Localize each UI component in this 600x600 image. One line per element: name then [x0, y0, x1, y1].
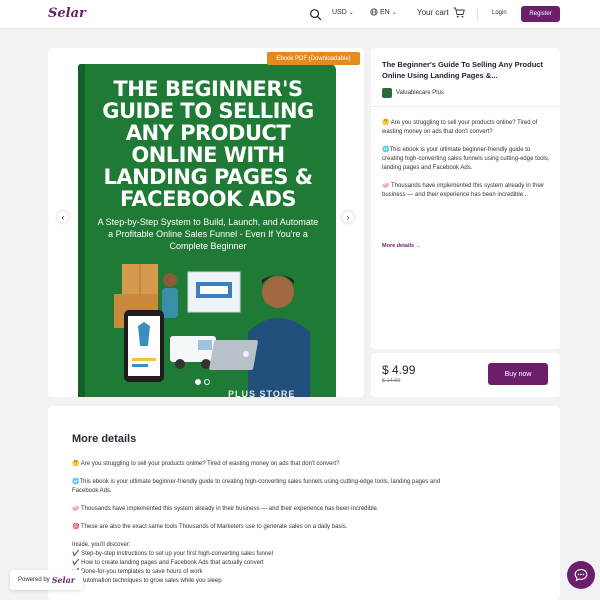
description-paragraph: 🤔 Are you struggling to sell your produc… — [382, 120, 538, 135]
register-button[interactable]: Register — [521, 6, 560, 22]
divider — [371, 106, 560, 107]
description-paragraph: 🌐This ebook is your ultimate beginner-fr… — [382, 147, 550, 171]
login-link[interactable]: Login — [492, 10, 507, 16]
currency-label: USD — [332, 9, 347, 16]
cart-button[interactable]: Your cart — [417, 7, 465, 18]
list-intro: Inside, you'll discover: — [72, 542, 131, 548]
carousel-dot[interactable] — [195, 379, 201, 385]
chevron-left-icon: ‹ — [61, 212, 65, 222]
selar-logo[interactable]: Selar — [48, 6, 86, 21]
language-selector[interactable]: EN ⌄ — [370, 8, 397, 16]
original-price: $ 14.99 — [382, 378, 401, 384]
powered-by-badge[interactable]: Powered by Selar — [10, 570, 83, 590]
details-paragraph: 🌐This ebook is your ultimate beginner-fr… — [72, 479, 441, 494]
details-paragraph: 🎯 These are also the exact same tools Th… — [72, 524, 348, 530]
more-details-link[interactable]: More details → — [382, 243, 421, 249]
carousel-dots — [195, 379, 210, 385]
list-item: ✔️ Automation techniques to grow sales w… — [72, 578, 222, 584]
buy-now-button[interactable]: Buy now — [488, 363, 548, 385]
details-paragraph: 🧼 Thousands have implemented this system… — [72, 506, 379, 512]
chevron-down-icon: ⌄ — [348, 10, 354, 16]
list-item: ✔️ Step-by-step instructions to set up y… — [72, 551, 273, 557]
carousel-prev-button[interactable]: ‹ — [57, 211, 69, 223]
search-icon[interactable] — [309, 8, 322, 21]
chevron-down-icon: ⌄ — [391, 9, 397, 16]
product-short-description: 🤔 Are you struggling to sell your produc… — [382, 119, 552, 209]
cover-illustration — [114, 264, 310, 397]
more-details-section: More details 🤔 Are you struggling to sel… — [48, 406, 560, 600]
powered-by-label: Powered by — [18, 577, 50, 583]
site-header: Selar USD ⌄ EN ⌄ Your cart Login Registe… — [0, 0, 600, 29]
description-paragraph: 🧼 Thousands have implemented this system… — [382, 183, 545, 198]
list-item: ✔️ Done-for-you templates to save hours … — [72, 569, 203, 575]
product-title: The Beginner's Guide To Selling Any Prod… — [382, 60, 543, 80]
cart-icon — [453, 7, 465, 18]
product-type-badge: Ebook PDF (Downloadable) — [267, 52, 360, 65]
carousel-dot[interactable] — [204, 379, 210, 385]
chat-icon — [574, 568, 588, 582]
cover-title: THE BEGINNER'S GUIDE TO SELLING ANY PROD… — [102, 77, 314, 211]
section-title: More details — [72, 433, 137, 445]
seller-link[interactable]: Valuablecare Plus — [382, 88, 444, 98]
product-cover-image: THE BEGINNER'S GUIDE TO SELLING ANY PROD… — [78, 64, 336, 397]
product-info-card: The Beginner's Guide To Selling Any Prod… — [371, 48, 560, 349]
chevron-right-icon: › — [346, 212, 350, 222]
price-card: $ 4.99 $ 14.99 Buy now — [371, 353, 560, 397]
cover-subtitle: A Step-by-Step System to Build, Launch, … — [97, 217, 319, 251]
seller-name: Valuablecare Plus — [396, 90, 444, 96]
currency-selector[interactable]: USD ⌄ — [332, 9, 354, 16]
current-price: $ 4.99 — [382, 363, 416, 377]
selar-logo: Selar — [51, 575, 75, 585]
chat-button[interactable] — [567, 561, 595, 589]
language-label: EN — [380, 8, 390, 16]
seller-avatar — [382, 88, 392, 98]
carousel-next-button[interactable]: › — [342, 211, 354, 223]
cart-label: Your cart — [417, 8, 449, 17]
header-divider — [477, 8, 478, 21]
details-body: 🤔 Are you struggling to sell your produc… — [72, 460, 452, 586]
cover-footer-text: PLUS STORE — [228, 389, 296, 397]
list-item: ✔️ How to create landing pages and Faceb… — [72, 560, 264, 566]
globe-icon — [370, 8, 378, 16]
details-paragraph: 🤔 Are you struggling to sell your produc… — [72, 461, 340, 467]
